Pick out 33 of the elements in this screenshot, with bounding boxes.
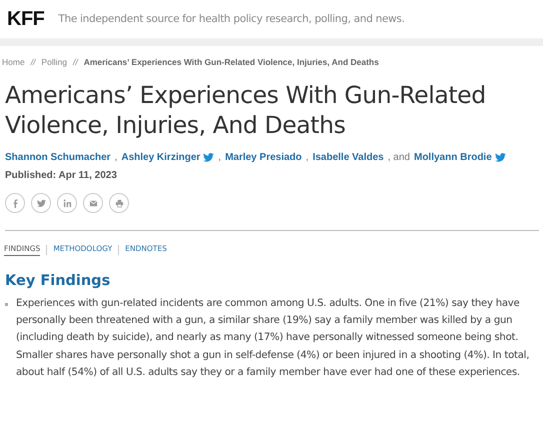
author-separator: , and [388,152,410,163]
bullet-icon [5,303,8,306]
logo[interactable]: KFF [7,8,44,30]
author-separator: , [114,152,118,163]
twitter-share-button[interactable] [31,193,51,213]
tagline: The independent source for health policy research, polling, and news. [58,13,405,25]
linkedin-share-button[interactable] [57,193,77,213]
section-heading: Key Findings [5,273,112,289]
breadcrumb-link[interactable]: Polling [41,57,67,67]
article-title: Americans’ Experiences With Gun-Related Violence, Injuries, And Deaths [5,80,487,140]
twitter-icon[interactable] [494,153,506,162]
author-link[interactable]: Isabelle Valdes [312,152,384,163]
author-link[interactable]: Ashley Kirzinger [121,152,200,163]
published-date: Published: Apr 11, 2023 [5,170,118,181]
print-button[interactable] [109,193,129,213]
facebook-share-button[interactable] [5,193,25,213]
breadcrumb-separator: // [72,57,78,67]
printer-icon [114,198,124,208]
email-share-button[interactable] [83,193,103,213]
author-link[interactable]: Shannon Schumacher [5,152,111,163]
author-separator: , [306,152,309,163]
facebook-icon [10,198,20,208]
twitter-icon[interactable] [203,153,214,162]
breadcrumb-link[interactable]: Home [2,57,25,67]
author-link[interactable]: Marley Presiado [225,152,302,163]
envelope-icon [88,198,98,208]
author-separator: , [218,152,222,163]
breadcrumb-separator: // [30,57,36,67]
breadcrumb-current: Americans’ Experiences With Gun-Related Violence, Injuries, And Deaths [84,57,379,67]
bird-icon [36,198,46,208]
linkedin-icon [62,198,72,208]
finding-text: Experiences with gun-related incidents are common among U.S. adults. One in five (21%) say they have personally been threatened with a gun, a similar share (19%) say a family member was killed by a gun (including death by suicide), and nearly as many (17%) have personally witnessed someone being shot. Smaller shares have personally shot a gun in self-defense (4%) or been injured in a shooting (4%). In total, about half (54%) of all U.S. adults say they or a family member have ever had one of these experiences. [16,297,530,380]
author-link[interactable]: Mollyann Brodie [414,152,492,163]
